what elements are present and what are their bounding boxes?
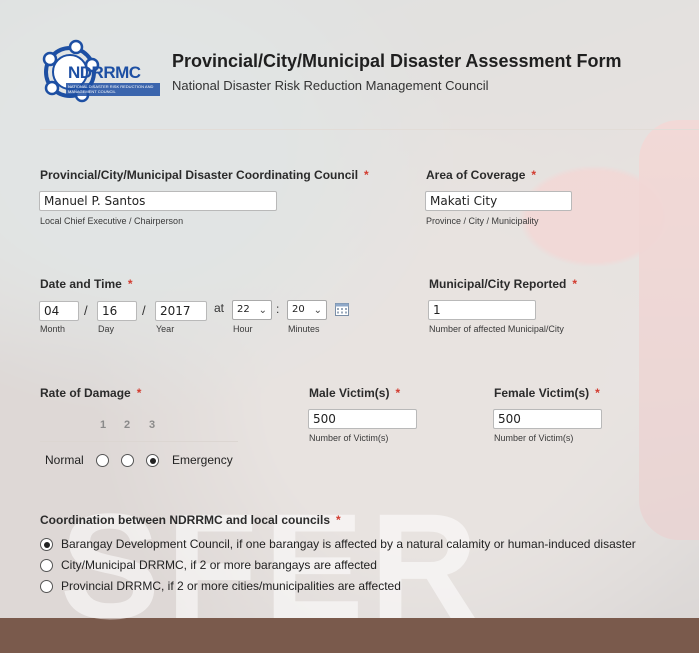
- reported-label-text: Municipal/City Reported: [429, 277, 567, 291]
- page-subtitle: National Disaster Risk Reduction Managem…: [172, 78, 489, 93]
- coordination-label-text: Coordination between NDRRMC and local co…: [40, 513, 331, 527]
- coordination-radio-provincial[interactable]: [40, 580, 53, 593]
- male-label-text: Male Victim(s): [309, 386, 390, 400]
- year-input[interactable]: 2017: [155, 301, 207, 321]
- minutes-value: 20: [292, 304, 305, 315]
- date-separator: /: [142, 303, 146, 318]
- month-sublabel: Month: [40, 324, 66, 334]
- chevron-down-icon: ⌄: [313, 305, 322, 316]
- assessment-form: NDRRMC NATIONAL DISASTER RISK REDUCTION …: [0, 0, 699, 618]
- day-sublabel: Day: [98, 324, 115, 334]
- minutes-sublabel: Minutes: [288, 324, 320, 334]
- time-colon: :: [276, 302, 280, 316]
- damage-radio-3[interactable]: [146, 454, 159, 467]
- date-time-label-text: Date and Time: [40, 277, 122, 291]
- coordination-radio-city[interactable]: [40, 559, 53, 572]
- month-input[interactable]: 04: [39, 301, 79, 321]
- ndrrmc-logo: NDRRMC NATIONAL DISASTER RISK REDUCTION …: [38, 39, 162, 105]
- coverage-sublabel: Province / City / Municipality: [426, 216, 539, 226]
- damage-label-text: Rate of Damage: [40, 386, 131, 400]
- male-victims-input[interactable]: 500: [308, 409, 417, 429]
- male-sublabel: Number of Victim(s): [309, 433, 389, 443]
- date-time-label: Date and Time *: [40, 277, 132, 291]
- reported-label: Municipal/City Reported *: [429, 277, 577, 291]
- hour-value: 22: [237, 304, 250, 315]
- calendar-icon[interactable]: [335, 302, 349, 316]
- year-sublabel: Year: [156, 324, 175, 334]
- day-input[interactable]: 16: [97, 301, 137, 321]
- required-marker: *: [136, 386, 142, 400]
- hour-select[interactable]: 22 ⌄: [232, 300, 272, 320]
- damage-radio-2[interactable]: [121, 454, 134, 467]
- scale-label-3: 3: [149, 419, 156, 431]
- chevron-down-icon: ⌄: [258, 305, 267, 316]
- male-label: Male Victim(s) *: [309, 386, 400, 400]
- scale-label-2: 2: [124, 419, 131, 431]
- coverage-label: Area of Coverage *: [426, 168, 536, 182]
- coordination-label: Coordination between NDRRMC and local co…: [40, 513, 341, 527]
- header-divider: [40, 129, 699, 130]
- date-separator: /: [84, 303, 88, 318]
- council-input[interactable]: Manuel P. Santos: [39, 191, 277, 211]
- council-label: Provincial/City/Municipal Disaster Coord…: [40, 168, 369, 182]
- reported-input[interactable]: 1: [428, 300, 536, 320]
- female-sublabel: Number of Victim(s): [494, 433, 574, 443]
- coordination-option-barangay[interactable]: Barangay Development Council, if one bar…: [61, 537, 636, 551]
- hour-sublabel: Hour: [233, 324, 253, 334]
- coordination-radio-barangay[interactable]: [40, 538, 53, 551]
- required-marker: *: [572, 277, 578, 291]
- coordination-option-city[interactable]: City/Municipal DRRMC, if 2 or more baran…: [61, 558, 377, 572]
- female-label: Female Victim(s) *: [494, 386, 600, 400]
- scale-divider: [40, 441, 238, 442]
- required-marker: *: [127, 277, 133, 291]
- required-marker: *: [336, 513, 341, 527]
- female-victims-input[interactable]: 500: [493, 409, 602, 429]
- coverage-label-text: Area of Coverage: [426, 168, 526, 182]
- logo-subtext: NATIONAL DISASTER RISK REDUCTION AND MAN…: [68, 84, 154, 94]
- coordination-option-provincial[interactable]: Provincial DRRMC, if 2 or more cities/mu…: [61, 579, 401, 593]
- council-sublabel: Local Chief Executive / Chairperson: [40, 216, 184, 226]
- required-marker: *: [364, 168, 369, 182]
- required-marker: *: [531, 168, 537, 182]
- page-title: Provincial/City/Municipal Disaster Asses…: [172, 51, 622, 71]
- minutes-select[interactable]: 20 ⌄: [287, 300, 327, 320]
- logo-text: NDRRMC: [68, 63, 141, 82]
- at-text: at: [214, 301, 225, 315]
- scale-high-label: Emergency: [172, 453, 233, 467]
- council-label-text: Provincial/City/Municipal Disaster Coord…: [40, 168, 359, 182]
- required-marker: *: [595, 386, 600, 400]
- required-marker: *: [395, 386, 401, 400]
- scale-low-label: Normal: [45, 453, 84, 467]
- damage-radio-1[interactable]: [96, 454, 109, 467]
- damage-label: Rate of Damage *: [40, 386, 141, 400]
- female-label-text: Female Victim(s): [494, 386, 590, 400]
- coverage-input[interactable]: Makati City: [425, 191, 572, 211]
- reported-sublabel: Number of affected Municipal/City: [429, 324, 564, 334]
- scale-label-1: 1: [100, 419, 107, 431]
